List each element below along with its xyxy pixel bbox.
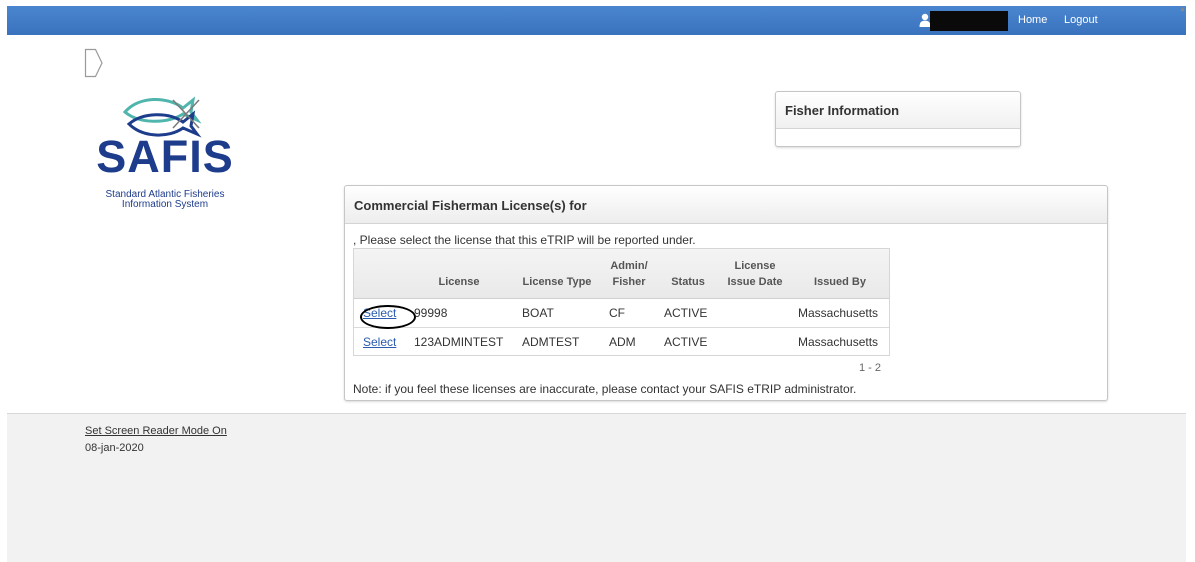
- pagination-info: 1 - 2: [859, 362, 882, 374]
- table-row: Select 99998 BOAT CF ACTIVE Massachusett…: [354, 299, 889, 329]
- licenses-panel-header: Commercial Fisherman License(s) for: [345, 186, 1107, 224]
- license-type: BOAT: [522, 306, 554, 320]
- col-header-license[interactable]: License: [429, 274, 489, 290]
- fisher-information-title: Fisher Information: [785, 103, 900, 118]
- admin-fisher: ADM: [609, 335, 636, 349]
- license-type: ADMTEST: [522, 335, 580, 349]
- footer: Set Screen Reader Mode On 08-jan-2020: [7, 413, 1186, 562]
- licenses-panel: Commercial Fisherman License(s) for , Pl…: [344, 185, 1108, 401]
- logo-tagline-line2: Information System: [121, 199, 209, 210]
- issued-by: Massachusetts: [798, 306, 879, 320]
- col-header-issued-by[interactable]: Issued By: [797, 274, 883, 290]
- admin-fisher: CF: [609, 306, 625, 320]
- expand-sidebar-chevron-icon[interactable]: [84, 48, 104, 78]
- fisher-information-panel: Fisher Information: [775, 91, 1021, 147]
- safis-logo: SAFIS Standard Atlantic Fisheries Inform…: [87, 94, 247, 214]
- license-number: 123ADMINTEST: [414, 335, 504, 349]
- username-redacted: [930, 11, 1008, 31]
- col-header-status[interactable]: Status: [663, 274, 713, 290]
- home-link[interactable]: Home: [1018, 14, 1047, 26]
- table-row: Select 123ADMINTEST ADMTEST ADM ACTIVE M…: [354, 328, 889, 356]
- issued-by: Massachusetts: [798, 335, 879, 349]
- license-number: 99998: [414, 306, 448, 320]
- license-note: Note: if you feel these licenses are ina…: [353, 382, 857, 396]
- scroll-up-arrow[interactable]: ▲: [1179, 6, 1186, 13]
- footer-date: 08-jan-2020: [85, 442, 144, 454]
- logo-wordmark: SAFIS: [96, 131, 234, 182]
- select-license-link[interactable]: Select: [363, 335, 396, 349]
- table-header-row: License License Type Admin/ Fisher Statu…: [354, 249, 889, 299]
- top-nav-bar: Home Logout ▲: [7, 6, 1186, 35]
- select-license-link-cell: Select: [363, 335, 396, 349]
- licenses-table: License License Type Admin/ Fisher Statu…: [353, 248, 890, 356]
- col-header-license-type[interactable]: License Type: [517, 274, 597, 290]
- screen-reader-mode-link[interactable]: Set Screen Reader Mode On: [85, 425, 227, 437]
- licenses-panel-title: Commercial Fisherman License(s) for: [354, 198, 587, 213]
- select-license-link[interactable]: Select: [363, 306, 396, 320]
- col-header-issue-date-line2[interactable]: Issue Date: [720, 274, 790, 290]
- select-license-link-cell: Select: [360, 305, 416, 329]
- col-header-admin-fisher-line1[interactable]: Admin/: [604, 258, 654, 274]
- fisher-information-header: Fisher Information: [776, 92, 1020, 129]
- logout-link[interactable]: Logout: [1064, 14, 1098, 26]
- col-header-issue-date-line1[interactable]: License: [720, 258, 790, 274]
- status: ACTIVE: [664, 306, 708, 320]
- app-window: Home Logout ▲ SAFIS Standard Atlantic Fi…: [7, 6, 1186, 562]
- col-header-admin-fisher-line2[interactable]: Fisher: [604, 274, 654, 290]
- license-instruction: , Please select the license that this eT…: [353, 233, 696, 247]
- status: ACTIVE: [664, 335, 708, 349]
